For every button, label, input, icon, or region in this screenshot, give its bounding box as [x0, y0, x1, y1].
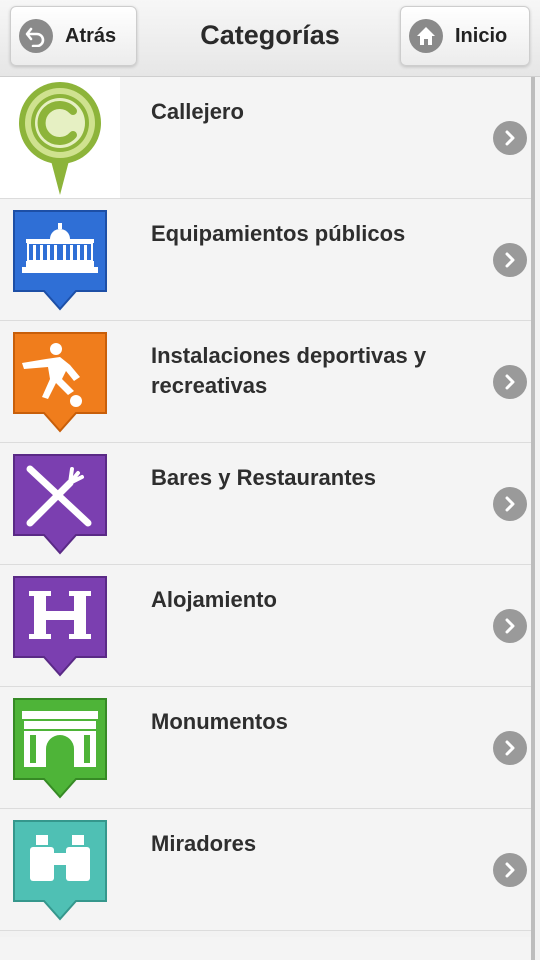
list-item-bares[interactable]: Bares y Restaurantes	[0, 443, 532, 565]
hotel-h-icon	[0, 565, 120, 686]
public-building-icon	[0, 199, 120, 320]
list-item-miradores[interactable]: Miradores	[0, 809, 532, 931]
category-list: Callejero Equipamientos públicos Instala…	[0, 77, 532, 931]
arch-monument-icon	[0, 687, 120, 808]
chevron-right-icon	[493, 121, 527, 155]
chevron-right-icon	[493, 609, 527, 643]
list-item-label: Miradores	[151, 831, 257, 856]
list-bottom-spacer	[0, 937, 532, 960]
list-item-equipamientos[interactable]: Equipamientos públicos	[0, 199, 532, 321]
back-button[interactable]: Atrás	[10, 6, 137, 66]
page-title: Categorías	[200, 20, 340, 50]
home-button-label: Inicio	[455, 24, 508, 47]
chevron-right-icon	[493, 243, 527, 277]
list-item-label: Alojamiento	[151, 587, 277, 612]
chevron-right-icon	[493, 853, 527, 887]
back-button-label: Atrás	[65, 24, 117, 47]
soccer-player-icon	[0, 321, 120, 442]
chevron-right-icon	[493, 365, 527, 399]
chevron-right-icon	[493, 487, 527, 521]
knife-fork-icon	[0, 443, 120, 564]
list-item-instalaciones[interactable]: Instalaciones deportivas y recreativas	[0, 321, 532, 443]
home-button[interactable]: Inicio	[400, 6, 530, 66]
list-item-alojamiento[interactable]: Alojamiento	[0, 565, 532, 687]
list-item-callejero[interactable]: Callejero	[0, 77, 532, 199]
home-icon	[409, 19, 443, 53]
list-item-label: Bares y Restaurantes	[151, 465, 377, 490]
header-bar: Atrás Categorías Inicio	[0, 0, 540, 77]
list-item-label: Instalaciones deportivas y recreativas	[151, 343, 427, 398]
callejero-pin-icon	[0, 77, 120, 198]
list-item-label: Monumentos	[151, 709, 288, 734]
back-arrow-icon	[19, 19, 53, 53]
scrollbar[interactable]	[531, 77, 535, 960]
list-item-monumentos[interactable]: Monumentos	[0, 687, 532, 809]
list-item-label: Callejero	[151, 99, 244, 124]
binoculars-icon	[0, 809, 120, 930]
chevron-right-icon	[493, 731, 527, 765]
list-item-label: Equipamientos públicos	[151, 221, 406, 246]
